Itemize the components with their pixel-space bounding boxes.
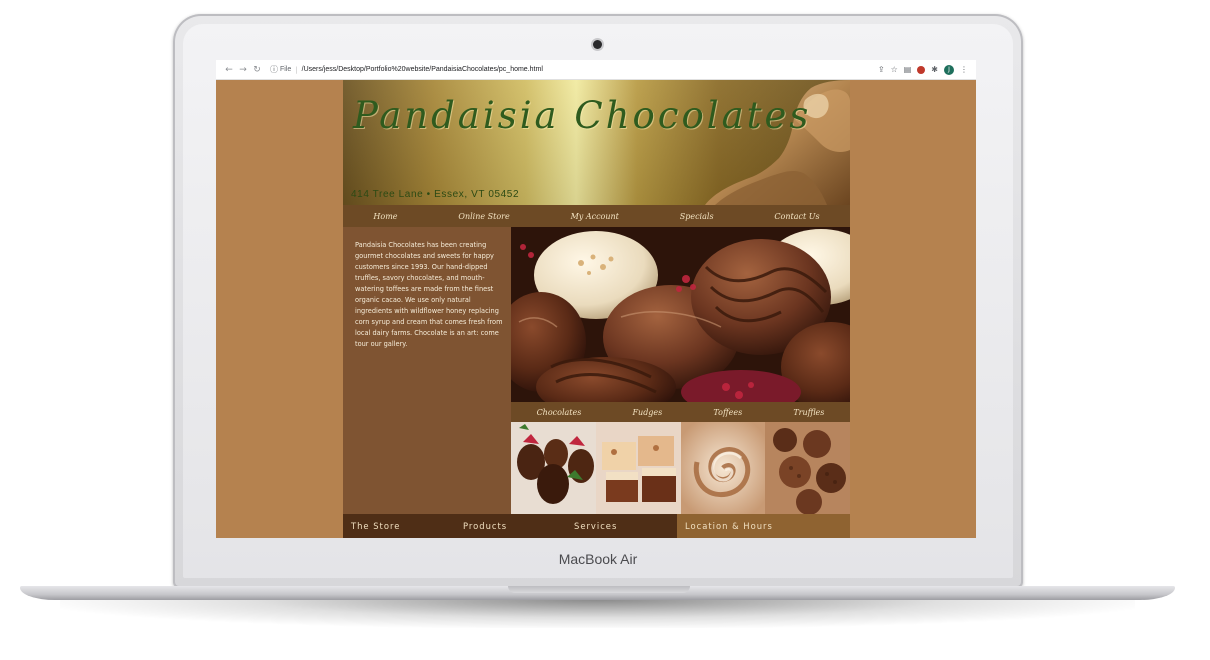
browser-actions: ⇪ ☆ ▤ ✱ J ⋮ (878, 64, 968, 75)
webcam-icon (593, 40, 602, 49)
category-chocolates[interactable]: Chocolates (537, 408, 582, 417)
fudge-graphic (595, 422, 681, 514)
thumb-truffles[interactable] (765, 422, 850, 514)
footer-location-hours[interactable]: Location & Hours (677, 514, 850, 538)
info-icon[interactable]: ⓘ (268, 64, 280, 75)
url-divider: | (295, 65, 298, 74)
profile-avatar[interactable]: J (944, 64, 954, 75)
footer-nav: The Store Products Services Location & H… (343, 514, 850, 538)
main-nav: Home Online Store My Account Specials Co… (343, 205, 850, 227)
forward-button[interactable]: → (236, 65, 250, 75)
category-truffles[interactable]: Truffles (793, 408, 824, 417)
laptop-hinge-notch (508, 586, 690, 593)
web-page: Pandaisia Chocolates 414 Tree Lane • Ess… (343, 80, 850, 538)
menu-kebab-icon[interactable]: ⋮ (960, 65, 968, 74)
nav-home[interactable]: Home (373, 212, 397, 221)
intro-text: Pandaisia Chocolates has been creating g… (355, 241, 503, 348)
address-bar[interactable]: /Users/jess/Desktop/Portfolio%20website/… (302, 66, 543, 73)
hero-chocolates-image (511, 227, 850, 402)
bookmark-star-icon[interactable]: ☆ (891, 65, 898, 74)
category-fudges[interactable]: Fudges (632, 408, 662, 417)
truffles-graphic (765, 422, 850, 514)
footer-products[interactable]: Products (455, 514, 566, 538)
share-icon[interactable]: ⇪ (878, 65, 885, 74)
site-header: Pandaisia Chocolates 414 Tree Lane • Ess… (343, 80, 850, 205)
back-button[interactable]: ← (222, 65, 236, 75)
nav-online-store[interactable]: Online Store (458, 212, 509, 221)
thumb-fudge[interactable] (595, 422, 681, 514)
laptop-shadow (60, 600, 1135, 628)
extension-red-icon[interactable] (917, 65, 926, 74)
extension-icon[interactable]: ▤ (904, 65, 912, 74)
strawberries-graphic (511, 422, 596, 514)
laptop-brand-label: MacBook Air (558, 551, 638, 567)
product-thumbnails (511, 422, 850, 514)
url-protocol: File (280, 66, 292, 73)
nav-specials[interactable]: Specials (680, 212, 714, 221)
nav-my-account[interactable]: My Account (571, 212, 619, 221)
puzzle-icon[interactable]: ✱ (931, 65, 938, 74)
hero-chocolates-graphic (511, 227, 850, 402)
site-address: 414 Tree Lane • Essex, VT 05452 (351, 189, 520, 200)
site-title: Pandaisia Chocolates (353, 94, 812, 137)
footer-the-store[interactable]: The Store (343, 514, 455, 538)
laptop-screen: ← → ↻ ⓘ File | /Users/jess/Desktop/Portf… (216, 60, 976, 538)
category-toffees[interactable]: Toffees (713, 408, 742, 417)
browser-toolbar: ← → ↻ ⓘ File | /Users/jess/Desktop/Portf… (216, 60, 976, 80)
footer-services[interactable]: Services (566, 514, 677, 538)
toffee-swirl-graphic (680, 422, 766, 514)
nav-contact-us[interactable]: Contact Us (774, 212, 819, 221)
category-nav: Chocolates Fudges Toffees Truffles (511, 402, 850, 422)
thumb-chocolate-strawberries[interactable] (511, 422, 596, 514)
reload-button[interactable]: ↻ (250, 65, 264, 75)
thumb-toffee-swirl[interactable] (680, 422, 766, 514)
